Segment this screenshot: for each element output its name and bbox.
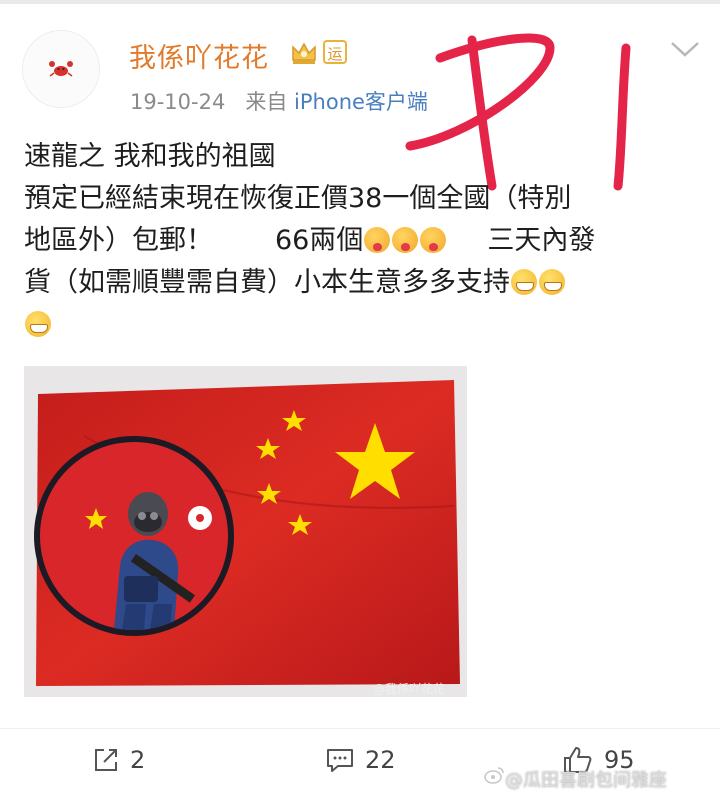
post-meta: 19-10-24 来自 iPhone客户端 [130, 86, 428, 116]
post-text: 速龍之 我和我的祖國 預定已經結束現在恢復正價38一個全國（特別 地區外）包郵！… [24, 136, 704, 346]
blush-emoji-icon [392, 227, 419, 253]
top-divider [0, 0, 720, 4]
blush-emoji-icon [364, 227, 391, 253]
post-line-4: 貨（如需順豐需自費）小本生意多多支持 [24, 262, 704, 304]
grin-emoji-icon [25, 311, 51, 337]
blush-emoji-icon [420, 227, 447, 253]
avatar[interactable] [22, 30, 100, 108]
repost-icon [95, 749, 117, 771]
post-line-3a: 地區外）包郵！ [24, 225, 213, 256]
image-watermark: @我係吖花花 [373, 682, 446, 696]
post-image[interactable] [24, 366, 467, 697]
post-line-3: 地區外）包郵！ 66兩個 三天內發 [24, 220, 704, 262]
crown-icon [292, 42, 316, 64]
post-line-1: 速龍之 我和我的祖國 [24, 141, 276, 172]
flag-and-patch-illustration [34, 380, 460, 686]
post-date: 19-10-24 [130, 90, 226, 114]
grin-emoji-icon [511, 269, 537, 295]
source-prefix: 来自 [245, 90, 288, 114]
chevron-down-icon[interactable] [668, 38, 702, 60]
repost-button[interactable]: 2 [92, 744, 145, 776]
comment-count: 22 [365, 746, 396, 774]
grin-emoji-icon [539, 269, 565, 295]
post-line-3c: 三天內發 [487, 225, 596, 256]
action-divider [0, 728, 720, 729]
comment-button[interactable]: 22 [325, 744, 396, 776]
crab-avatar-icon [49, 61, 73, 77]
comment-icon [327, 749, 353, 772]
post-line-2: 預定已經結束現在恢復正價38一個全國（特別 [24, 183, 572, 214]
username[interactable]: 我係吖花花 [129, 36, 269, 75]
footer-watermark: @瓜田喜剧包间雅座 [505, 770, 667, 791]
vip-badge: 运 [323, 40, 347, 64]
weibo-logo-icon [484, 767, 504, 784]
post-line-4a: 貨（如需順豐需自費）小本生意多多支持 [24, 267, 510, 298]
repost-count: 2 [130, 746, 146, 774]
post-line-5 [24, 304, 704, 346]
post-line-3b: 66兩個 [275, 225, 364, 256]
